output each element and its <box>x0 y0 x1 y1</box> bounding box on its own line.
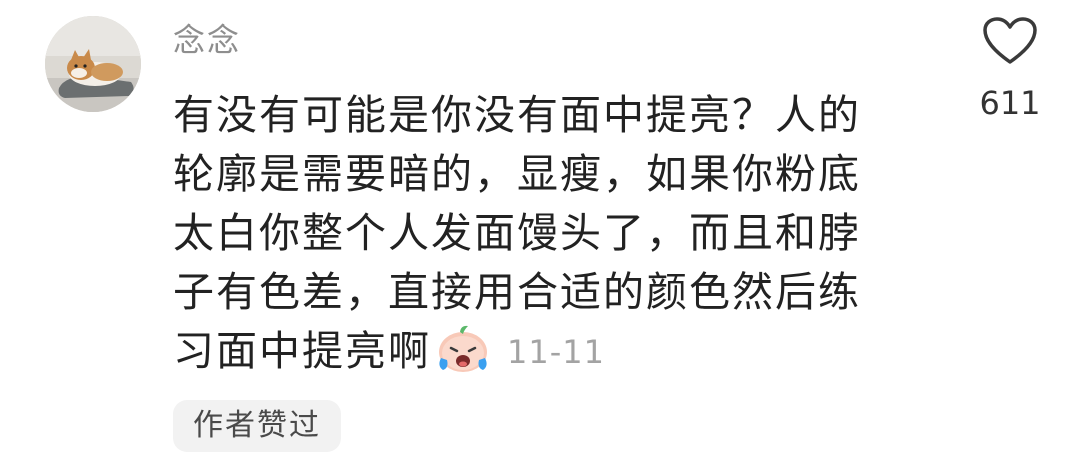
like-count: 611 <box>979 84 1041 122</box>
like-button[interactable]: 611 <box>970 16 1050 122</box>
heart-icon[interactable] <box>982 16 1038 66</box>
comment-line: 轮廓是需要暗的，显瘦，如果你粉底 <box>173 150 861 198</box>
comment-line: 有没有可能是你没有面中提亮？人的 <box>173 91 861 139</box>
crying-laughing-emoji <box>433 322 493 374</box>
shiba-dog-avatar-image <box>45 16 141 112</box>
comment-line: 子有色差，直接用合适的颜色然后练 <box>173 268 861 316</box>
comment-line: 习面中提亮啊 <box>173 327 431 375</box>
comment-text: 有没有可能是你没有面中提亮？人的 轮廓是需要暗的，显瘦，如果你粉底 太白你整个人… <box>173 86 933 382</box>
comment-last-line: 习面中提亮啊 11-11 <box>173 322 933 382</box>
author-liked-badge: 作者赞过 <box>173 400 341 452</box>
avatar[interactable] <box>45 16 141 112</box>
comment-timestamp: 11-11 <box>507 333 605 371</box>
comment-line: 太白你整个人发面馒头了，而且和脖 <box>173 209 861 257</box>
username[interactable]: 念念 <box>173 18 241 62</box>
